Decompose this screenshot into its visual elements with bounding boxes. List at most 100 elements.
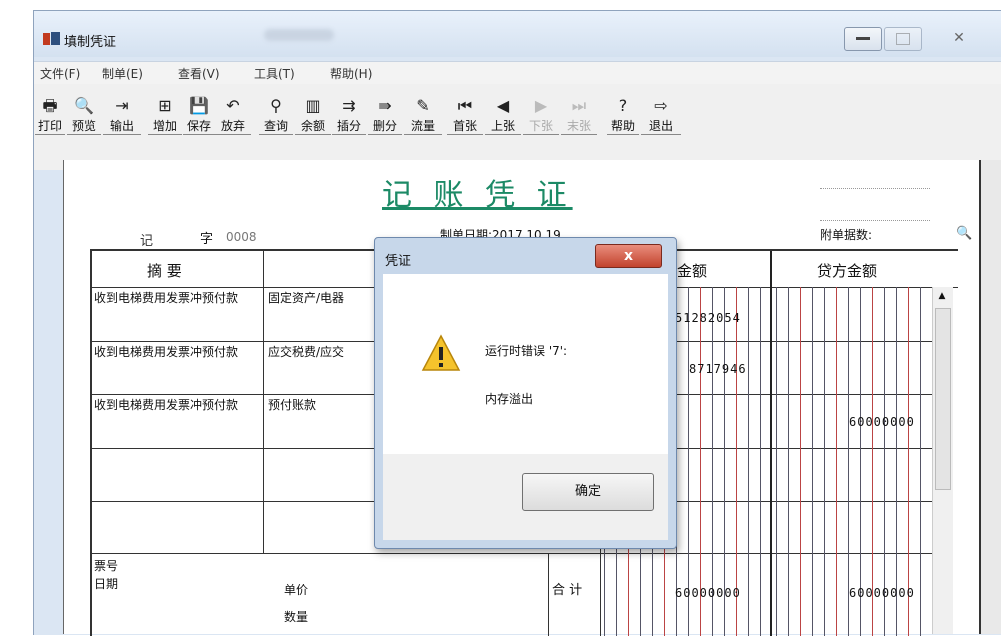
toolbar-button-10[interactable]: ✎ 流量 — [403, 94, 443, 142]
error-message: 运行时错误 '7': — [485, 344, 568, 358]
grid-line — [263, 251, 264, 553]
ledger-line — [760, 287, 761, 636]
window-title: 填制凭证 — [64, 35, 117, 50]
dialog-title: 凭证 — [385, 254, 412, 269]
toolbar-icon: ⏭ — [571, 96, 587, 115]
minimize-icon — [856, 37, 870, 40]
toolbar-label: 退出 — [641, 117, 681, 135]
ledger-line — [860, 287, 861, 636]
toolbar-button-13[interactable]: ▶ 下张 — [522, 94, 560, 142]
maximize-icon — [896, 33, 910, 45]
toolbar-button-4[interactable]: 💾 保存 — [182, 94, 216, 142]
row-debit[interactable]: 8717946 — [689, 362, 747, 376]
ledger-line — [736, 287, 737, 636]
summary-header: 摘 要 — [147, 262, 182, 280]
toolbar-button-16[interactable]: ⇨ 退出 — [640, 94, 682, 142]
toolbar-button-5[interactable]: ↶ 放弃 — [214, 94, 252, 142]
dotted-line — [820, 220, 930, 221]
row-debit[interactable]: 51282054 — [675, 311, 741, 325]
toolbar-button-6[interactable]: ⚲ 查询 — [258, 94, 294, 142]
total-debit: 60000000 — [675, 586, 741, 600]
toolbar-label: 放弃 — [215, 117, 251, 135]
toolbar-label: 增加 — [148, 117, 182, 135]
row-account[interactable]: 应交税费/应交 — [268, 346, 344, 359]
menu-bar: 文件(F) 制单(E) 查看(V) 工具(T) 帮助(H) — [34, 61, 1001, 84]
ledger-line — [848, 287, 849, 636]
ledger-line — [908, 287, 909, 636]
toolbar-button-2[interactable]: ⇥ 输出 — [102, 94, 142, 142]
toolbar-label: 末张 — [561, 117, 597, 135]
toolbar-icon: ⇉ — [342, 96, 356, 115]
toolbar-icon: ⊞ — [158, 96, 172, 115]
menu-voucher[interactable]: 制单(E) — [102, 65, 143, 82]
toolbar-label: 首张 — [447, 117, 483, 135]
scrollbar-thumb[interactable] — [935, 308, 951, 490]
toolbar-icon: ? — [618, 96, 628, 115]
close-button[interactable]: ✕ — [924, 27, 994, 49]
menu-help[interactable]: 帮助(H) — [330, 65, 372, 82]
credit-header: 贷方金额 — [817, 262, 878, 280]
toolbar-label: 输出 — [103, 117, 141, 135]
toolbar-label: 预览 — [67, 117, 101, 135]
toolbar-button-0[interactable]: 🖶 打印 — [34, 94, 66, 142]
toolbar-icon: ↶ — [226, 96, 240, 115]
error-detail: 内存溢出 — [485, 392, 534, 406]
ledger-line — [836, 287, 837, 636]
row-account[interactable]: 固定资产/电器 — [268, 292, 344, 305]
toolbar: 🖶 打印 🔍 预览 ⇥ 输出 ⊞ 增加 💾 保存 ↶ 放弃 ⚲ 查询 ▥ 余额 ⇉ 插分 ⇛ 删分 ✎ 流量 ⏮ 首张 ◀ 上张 ▶… — [34, 84, 1001, 170]
toolbar-icon: ⇛ — [378, 96, 392, 115]
ledger-line — [788, 287, 789, 636]
voucher-type[interactable]: 记 — [140, 230, 153, 249]
toolbar-label: 下张 — [523, 117, 559, 135]
toolbar-icon: ⚲ — [270, 96, 282, 115]
toolbar-button-9[interactable]: ⇛ 删分 — [367, 94, 403, 142]
ledger-line — [884, 287, 885, 636]
toolbar-button-14[interactable]: ⏭ 末张 — [560, 94, 598, 142]
dialog-close-button[interactable]: x — [595, 244, 662, 268]
minimize-button[interactable] — [844, 27, 882, 51]
attachment-count-label: 附单据数: — [820, 228, 873, 242]
scroll-up-icon[interactable]: ▲ — [932, 287, 952, 305]
ledger-line — [824, 287, 825, 636]
toolbar-button-8[interactable]: ⇉ 插分 — [331, 94, 367, 142]
row-summary[interactable]: 收到电梯费用发票冲预付款 — [94, 292, 254, 305]
ok-button[interactable]: 确定 — [522, 473, 654, 511]
voucher-number[interactable]: 0008 — [226, 230, 257, 244]
row-account[interactable]: 预付账款 — [268, 399, 316, 412]
voucher-title: 记 账 凭 证 — [382, 178, 573, 213]
row-credit[interactable]: 60000000 — [849, 415, 915, 429]
ledger-line — [920, 287, 921, 636]
maximize-button[interactable] — [884, 27, 922, 51]
menu-tools[interactable]: 工具(T) — [254, 65, 295, 82]
toolbar-label: 查询 — [259, 117, 293, 135]
toolbar-button-15[interactable]: ? 帮助 — [606, 94, 640, 142]
menu-view[interactable]: 查看(V) — [178, 65, 220, 82]
menu-file[interactable]: 文件(F) — [40, 65, 80, 82]
toolbar-icon: ⏮ — [457, 96, 473, 115]
toolbar-button-11[interactable]: ⏮ 首张 — [446, 94, 484, 142]
total-label: 合 计 — [552, 583, 583, 598]
ledger-line — [812, 287, 813, 636]
grid-line — [548, 553, 549, 636]
toolbar-label: 保存 — [183, 117, 215, 135]
toolbar-button-3[interactable]: ⊞ 增加 — [147, 94, 183, 142]
ledger-line — [688, 287, 689, 636]
toolbar-label: 删分 — [368, 117, 402, 135]
row-summary[interactable]: 收到电梯费用发票冲预付款 — [94, 399, 254, 412]
toolbar-button-1[interactable]: 🔍 预览 — [66, 94, 102, 142]
date-label: 日期 — [94, 577, 119, 591]
toolbar-label: 流量 — [404, 117, 442, 135]
toolbar-label: 打印 — [35, 117, 65, 135]
toolbar-icon: 💾 — [189, 96, 209, 115]
row-summary[interactable]: 收到电梯费用发票冲预付款 — [94, 346, 254, 359]
search-icon[interactable]: 🔍 — [956, 226, 972, 241]
error-dialog: 凭证 x 运行时错误 '7': 内存溢出 确定 — [374, 237, 677, 549]
toolbar-label: 上张 — [485, 117, 521, 135]
dotted-line — [820, 188, 930, 189]
toolbar-button-7[interactable]: ▥ 余额 — [294, 94, 332, 142]
toolbar-icon: ✎ — [416, 96, 430, 115]
ticket-label: 票号 — [94, 559, 119, 573]
price-label: 单价 — [284, 583, 309, 597]
toolbar-icon: 🔍 — [74, 96, 94, 115]
toolbar-button-12[interactable]: ◀ 上张 — [484, 94, 522, 142]
